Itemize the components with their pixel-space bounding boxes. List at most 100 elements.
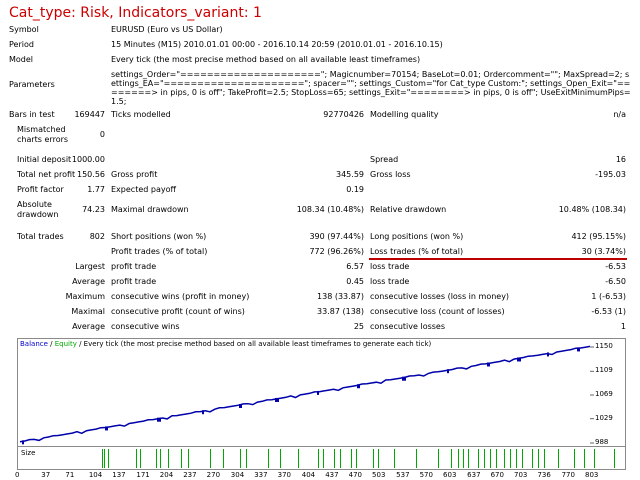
size-bar: [496, 449, 497, 468]
absdd-label-1: Absolute: [17, 200, 52, 209]
avg-consecutive-wins-label: consecutive wins: [111, 322, 180, 331]
x-tick-label: 304: [230, 471, 245, 479]
size-bar: [210, 449, 211, 468]
average-label: Average: [72, 277, 105, 286]
legend-description: / Every tick (the most precise method ba…: [76, 340, 432, 348]
largest-profit-value: 6.57: [346, 262, 364, 271]
losstrades-label: Loss trades (% of total): [370, 247, 464, 256]
profittrades-label: Profit trades (% of total): [111, 247, 208, 256]
size-bar: [416, 449, 417, 468]
model-label: Model: [9, 55, 34, 64]
ticks-label: Ticks modelled: [111, 110, 171, 119]
chart-legend: Balance / Equity / Every tick (the most …: [20, 340, 431, 348]
avg-consecutive-losses-label: consecutive losses: [370, 322, 446, 331]
drawdown-mark: [239, 403, 242, 408]
size-bar: [246, 449, 247, 468]
size-chart: Size: [17, 446, 626, 470]
grossloss-label: Gross loss: [370, 170, 411, 179]
avg-consecutive-wins-value: 25: [353, 322, 364, 331]
max-consecutive-wins-value: 138 (33.87): [317, 292, 364, 301]
short-label: Short positions (won %): [111, 232, 207, 241]
size-bar: [490, 449, 491, 468]
average2-label: Average: [72, 322, 105, 331]
maxdd-label: Maximal drawdown: [111, 205, 189, 214]
max-consecutive-wins-label: consecutive wins (profit in money): [111, 292, 250, 301]
size-label: Size: [21, 449, 36, 457]
size-bar: [298, 449, 299, 468]
x-tick-label: 204: [159, 471, 174, 479]
size-bar: [510, 449, 511, 468]
size-bar: [451, 449, 452, 468]
size-bar: [522, 449, 523, 468]
size-bar: [340, 449, 341, 468]
loss-trades-underline: [369, 258, 627, 260]
payoff-value: 0.19: [346, 185, 364, 194]
x-tick-label: 404: [301, 471, 316, 479]
x-tick-label: 470: [348, 471, 362, 479]
size-bar: [240, 449, 241, 468]
profittrades-value: 772 (96.26%): [309, 247, 364, 256]
drawdown-mark: [447, 369, 449, 374]
average-loss-label: loss trade: [370, 277, 410, 286]
spread-label: Spread: [370, 155, 399, 164]
size-bar: [438, 449, 439, 468]
size-bar: [538, 449, 539, 468]
grossloss-value: -195.03: [595, 170, 626, 179]
mismatch-label-1: Mismatched: [17, 125, 66, 134]
max-consecutive-losses-label: consecutive losses (loss in money): [370, 292, 510, 301]
legend-separator: /: [47, 340, 55, 348]
avg-consecutive-losses-value: 1: [620, 322, 626, 331]
quality-value: n/a: [613, 110, 626, 119]
x-tick-label: 637: [467, 471, 481, 479]
long-value: 412 (95.15%): [571, 232, 626, 241]
spread-value: 16: [615, 155, 626, 164]
size-bar: [532, 449, 533, 468]
drawdown-mark: [275, 397, 279, 402]
drawdown-mark: [547, 352, 549, 357]
x-tick-label: 71: [65, 471, 75, 479]
x-tick-label: 736: [537, 471, 551, 479]
drawdown-mark: [317, 390, 319, 395]
size-bar: [504, 449, 505, 468]
x-tick-label: 370: [277, 471, 291, 479]
size-bar: [323, 449, 324, 468]
size-bar: [268, 449, 269, 468]
size-bar: [468, 449, 469, 468]
size-bar: [584, 449, 585, 468]
absdd-label-2: drawdown: [17, 210, 59, 219]
maximal-consecutive-profit-label: consecutive profit (count of wins): [111, 307, 245, 316]
size-bar: [104, 449, 105, 468]
size-bar: [351, 449, 352, 468]
maximal-consecutive-loss-label: consecutive loss (count of losses): [370, 307, 505, 316]
x-tick-label: 171: [136, 471, 150, 479]
netprofit-value: 150.56: [77, 170, 105, 179]
size-bar: [160, 449, 161, 468]
size-bar: [102, 449, 103, 468]
drawdown-mark: [157, 417, 161, 422]
x-tick-label: 0: [15, 471, 20, 479]
size-bar: [223, 449, 224, 468]
largest-profit-label: profit trade: [111, 262, 157, 271]
balance-chart-svg: [19, 345, 594, 445]
drawdown-mark: [22, 440, 24, 445]
average-profit-label: profit trade: [111, 277, 157, 286]
legend-balance: Balance: [20, 340, 48, 348]
mismatch-value: 0: [99, 130, 105, 139]
largest-label: Largest: [75, 262, 105, 271]
size-bar: [574, 449, 575, 468]
x-tick-label: 537: [396, 471, 410, 479]
reldd-label: Relative drawdown: [370, 205, 447, 214]
x-tick-label: 503: [372, 471, 386, 479]
quality-label: Modelling quality: [370, 110, 439, 119]
size-bar: [558, 449, 559, 468]
x-tick-label: 237: [183, 471, 197, 479]
size-bar: [373, 449, 374, 468]
legend-equity: Equity: [54, 340, 77, 348]
maximal-label: Maximal: [71, 307, 105, 316]
x-tick-label: 270: [206, 471, 221, 479]
symbol-value: EURUSD (Euro vs US Dollar): [111, 25, 223, 34]
x-tick-label: 703: [514, 471, 528, 479]
x-tick-label: 803: [585, 471, 599, 479]
size-bar: [108, 449, 109, 468]
long-label: Long positions (won %): [370, 232, 464, 241]
